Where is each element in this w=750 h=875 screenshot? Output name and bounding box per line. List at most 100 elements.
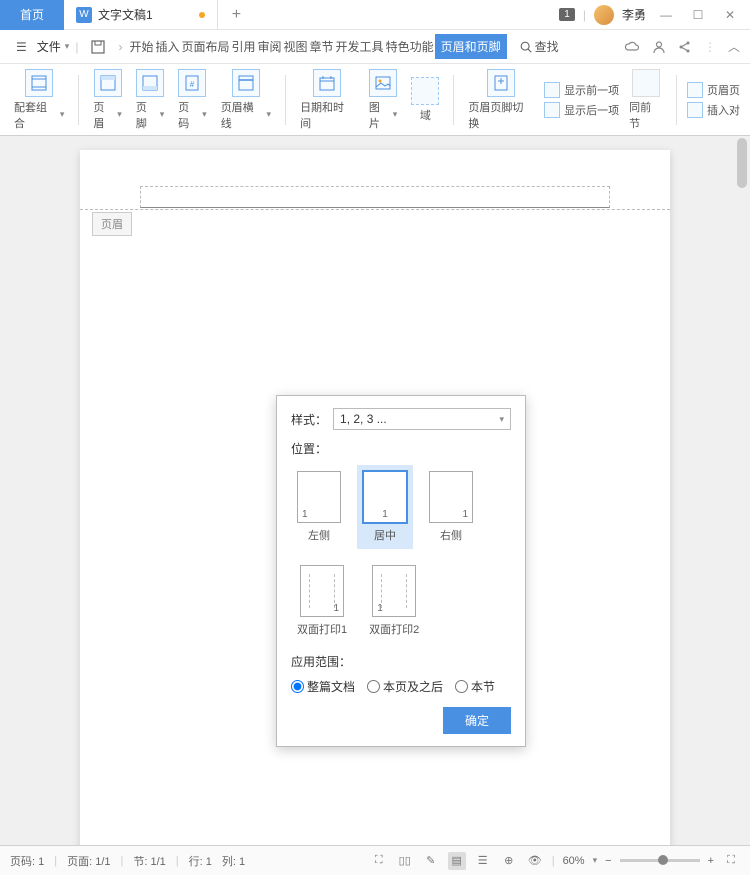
position-duplex2[interactable]: 1 双面打印2 — [363, 559, 425, 643]
file-menu[interactable]: 文件 — [37, 38, 61, 55]
position-label: 位置： — [291, 440, 511, 457]
user-name[interactable]: 李勇 — [622, 6, 646, 23]
ribbon-tab-start[interactable]: 开始 — [128, 34, 154, 59]
menu-hamburger-icon[interactable]: ☰ — [10, 36, 33, 58]
ribbon-tab-feature[interactable]: 特色功能 — [385, 34, 435, 59]
switch-icon — [487, 69, 515, 97]
preset-icon — [25, 69, 53, 97]
show-next-button[interactable]: 显示后一项 — [544, 102, 619, 118]
cloud-icon[interactable] — [624, 40, 640, 54]
show-prev-button[interactable]: 显示前一项 — [544, 82, 619, 98]
position-right[interactable]: 1 右侧 — [423, 465, 479, 549]
statusbar: 页码: 1| 页面: 1/1| 节: 1/1| 行: 1 列: 1 ⛶ ▯▯ ✎… — [0, 845, 750, 875]
position-left[interactable]: 1 左侧 — [291, 465, 347, 549]
unsaved-indicator — [199, 12, 205, 18]
ribbon-tab-ref[interactable]: 引用 — [230, 34, 256, 59]
position-duplex1[interactable]: 1 双面打印1 — [291, 559, 353, 643]
share-icon[interactable] — [678, 40, 692, 54]
search-box[interactable]: 查找 — [519, 38, 559, 55]
status-pageno[interactable]: 页码: 1 — [10, 853, 44, 869]
search-icon — [519, 40, 533, 54]
doc-icon: W — [76, 7, 92, 23]
same-prev-button: 同前节 — [625, 69, 666, 131]
document-page[interactable]: 页眉 页脚 1 ⟳ 重新编号▾ ▦ 页码设置▾ ✕ 删除页码 样式： — [80, 150, 670, 845]
doc-title: 文字文稿1 — [98, 6, 153, 23]
scope-label: 应用范围： — [291, 653, 511, 670]
titlebar: 首页 W 文字文稿1 + 1 | 李勇 — ☐ ✕ — [0, 0, 750, 30]
ribbon-tab-dev[interactable]: 开发工具 — [335, 34, 385, 59]
ribbon-tab-view[interactable]: 视图 — [283, 34, 309, 59]
same-prev-icon — [632, 69, 660, 97]
maximize-button[interactable]: ☐ — [686, 3, 710, 27]
zoom-out-button[interactable]: − — [605, 855, 611, 867]
chevron-right-icon: › — [118, 40, 122, 54]
scrollbar-thumb[interactable] — [737, 138, 747, 188]
insert-align-icon — [687, 102, 703, 118]
header-opt-icon — [687, 82, 703, 98]
fullscreen-icon[interactable]: ⛶ — [370, 852, 388, 870]
field-icon — [411, 77, 439, 105]
collapse-ribbon-icon[interactable]: ︿ — [728, 38, 740, 55]
picture-button[interactable]: 图片▾ — [365, 69, 401, 131]
outline-icon[interactable]: ☰ — [474, 852, 492, 870]
footer-icon — [136, 69, 164, 97]
web-icon[interactable]: ⊕ — [500, 852, 518, 870]
header-option-button[interactable]: 页眉页 — [687, 82, 740, 98]
svg-text:#: # — [190, 80, 195, 89]
zoom-slider[interactable] — [620, 859, 700, 862]
zoom-in-button[interactable]: + — [708, 855, 714, 867]
position-grid: 1 左侧 1 居中 1 右侧 1 双面打印1 1 双面打印2 — [291, 465, 511, 643]
pagenum-icon: # — [178, 69, 206, 97]
edit-icon[interactable]: ✎ — [422, 852, 440, 870]
vertical-scrollbar[interactable] — [734, 136, 750, 845]
field-button[interactable]: 域 — [407, 77, 443, 123]
ribbon-tab-headerfooter[interactable]: 页眉和页脚 — [435, 34, 507, 59]
ribbon-tab-review[interactable]: 审阅 — [257, 34, 283, 59]
eye-icon[interactable]: 👁 — [526, 852, 544, 870]
picture-icon — [369, 69, 397, 97]
tab-document[interactable]: W 文字文稿1 — [64, 0, 218, 30]
page-number-popup: 样式： 1, 2, 3 ...▾ 位置： 1 左侧 1 居中 1 右侧 — [276, 395, 526, 747]
ribbon-tab-layout[interactable]: 页面布局 — [180, 34, 230, 59]
next-icon — [544, 102, 560, 118]
ok-button[interactable]: 确定 — [443, 707, 511, 734]
scope-from-here[interactable]: 本页及之后 — [367, 678, 443, 695]
new-tab-button[interactable]: + — [218, 6, 255, 24]
status-page[interactable]: 页面: 1/1 — [67, 853, 110, 869]
reading-icon[interactable]: ▯▯ — [396, 852, 414, 870]
ribbon-tab-section[interactable]: 章节 — [309, 34, 335, 59]
person-icon[interactable] — [652, 40, 666, 54]
chevron-down-icon: ▾ — [499, 414, 504, 425]
insert-align-button[interactable]: 插入对 — [687, 102, 740, 118]
style-label: 样式： — [291, 411, 327, 428]
style-select[interactable]: 1, 2, 3 ...▾ — [333, 408, 511, 430]
datetime-button[interactable]: 日期和时间 — [296, 69, 359, 131]
divider-icon: | — [583, 8, 586, 22]
notification-badge[interactable]: 1 — [559, 8, 575, 21]
page-view-icon[interactable]: ▤ — [448, 852, 466, 870]
switch-button[interactable]: 页眉页脚切换 — [464, 69, 538, 131]
status-row: 行: 1 — [189, 853, 212, 869]
tab-home[interactable]: 首页 — [0, 0, 64, 30]
zoom-value[interactable]: 60% — [563, 855, 585, 867]
pagenum-button[interactable]: # 页码▾ — [174, 69, 210, 131]
preset-combo-button[interactable]: 配套组合▾ — [10, 69, 68, 131]
headerline-button[interactable]: 页眉横线▾ — [217, 69, 275, 131]
ribbon-toolbar: 配套组合▾ 页眉▾ 页脚▾ # 页码▾ 页眉横线▾ 日期和时间 图片▾ 域 页眉… — [0, 64, 750, 136]
scope-section[interactable]: 本节 — [455, 678, 495, 695]
minimize-button[interactable]: — — [654, 3, 678, 27]
scope-whole-doc[interactable]: 整篇文档 — [291, 678, 355, 695]
ribbon-tab-insert[interactable]: 插入 — [154, 34, 180, 59]
header-label: 页眉 — [92, 212, 132, 236]
workspace: 页眉 页脚 1 ⟳ 重新编号▾ ▦ 页码设置▾ ✕ 删除页码 样式： — [0, 136, 750, 845]
status-section[interactable]: 节: 1/1 — [133, 853, 165, 869]
close-button[interactable]: ✕ — [718, 3, 742, 27]
headerline-icon — [232, 69, 260, 97]
fit-icon[interactable]: ⛶ — [722, 852, 740, 870]
footer-button[interactable]: 页脚▾ — [132, 69, 168, 131]
position-center[interactable]: 1 居中 — [357, 465, 413, 549]
save-icon[interactable] — [84, 35, 112, 59]
header-button[interactable]: 页眉▾ — [89, 69, 125, 131]
user-avatar[interactable] — [594, 5, 614, 25]
header-zone[interactable] — [140, 186, 610, 208]
